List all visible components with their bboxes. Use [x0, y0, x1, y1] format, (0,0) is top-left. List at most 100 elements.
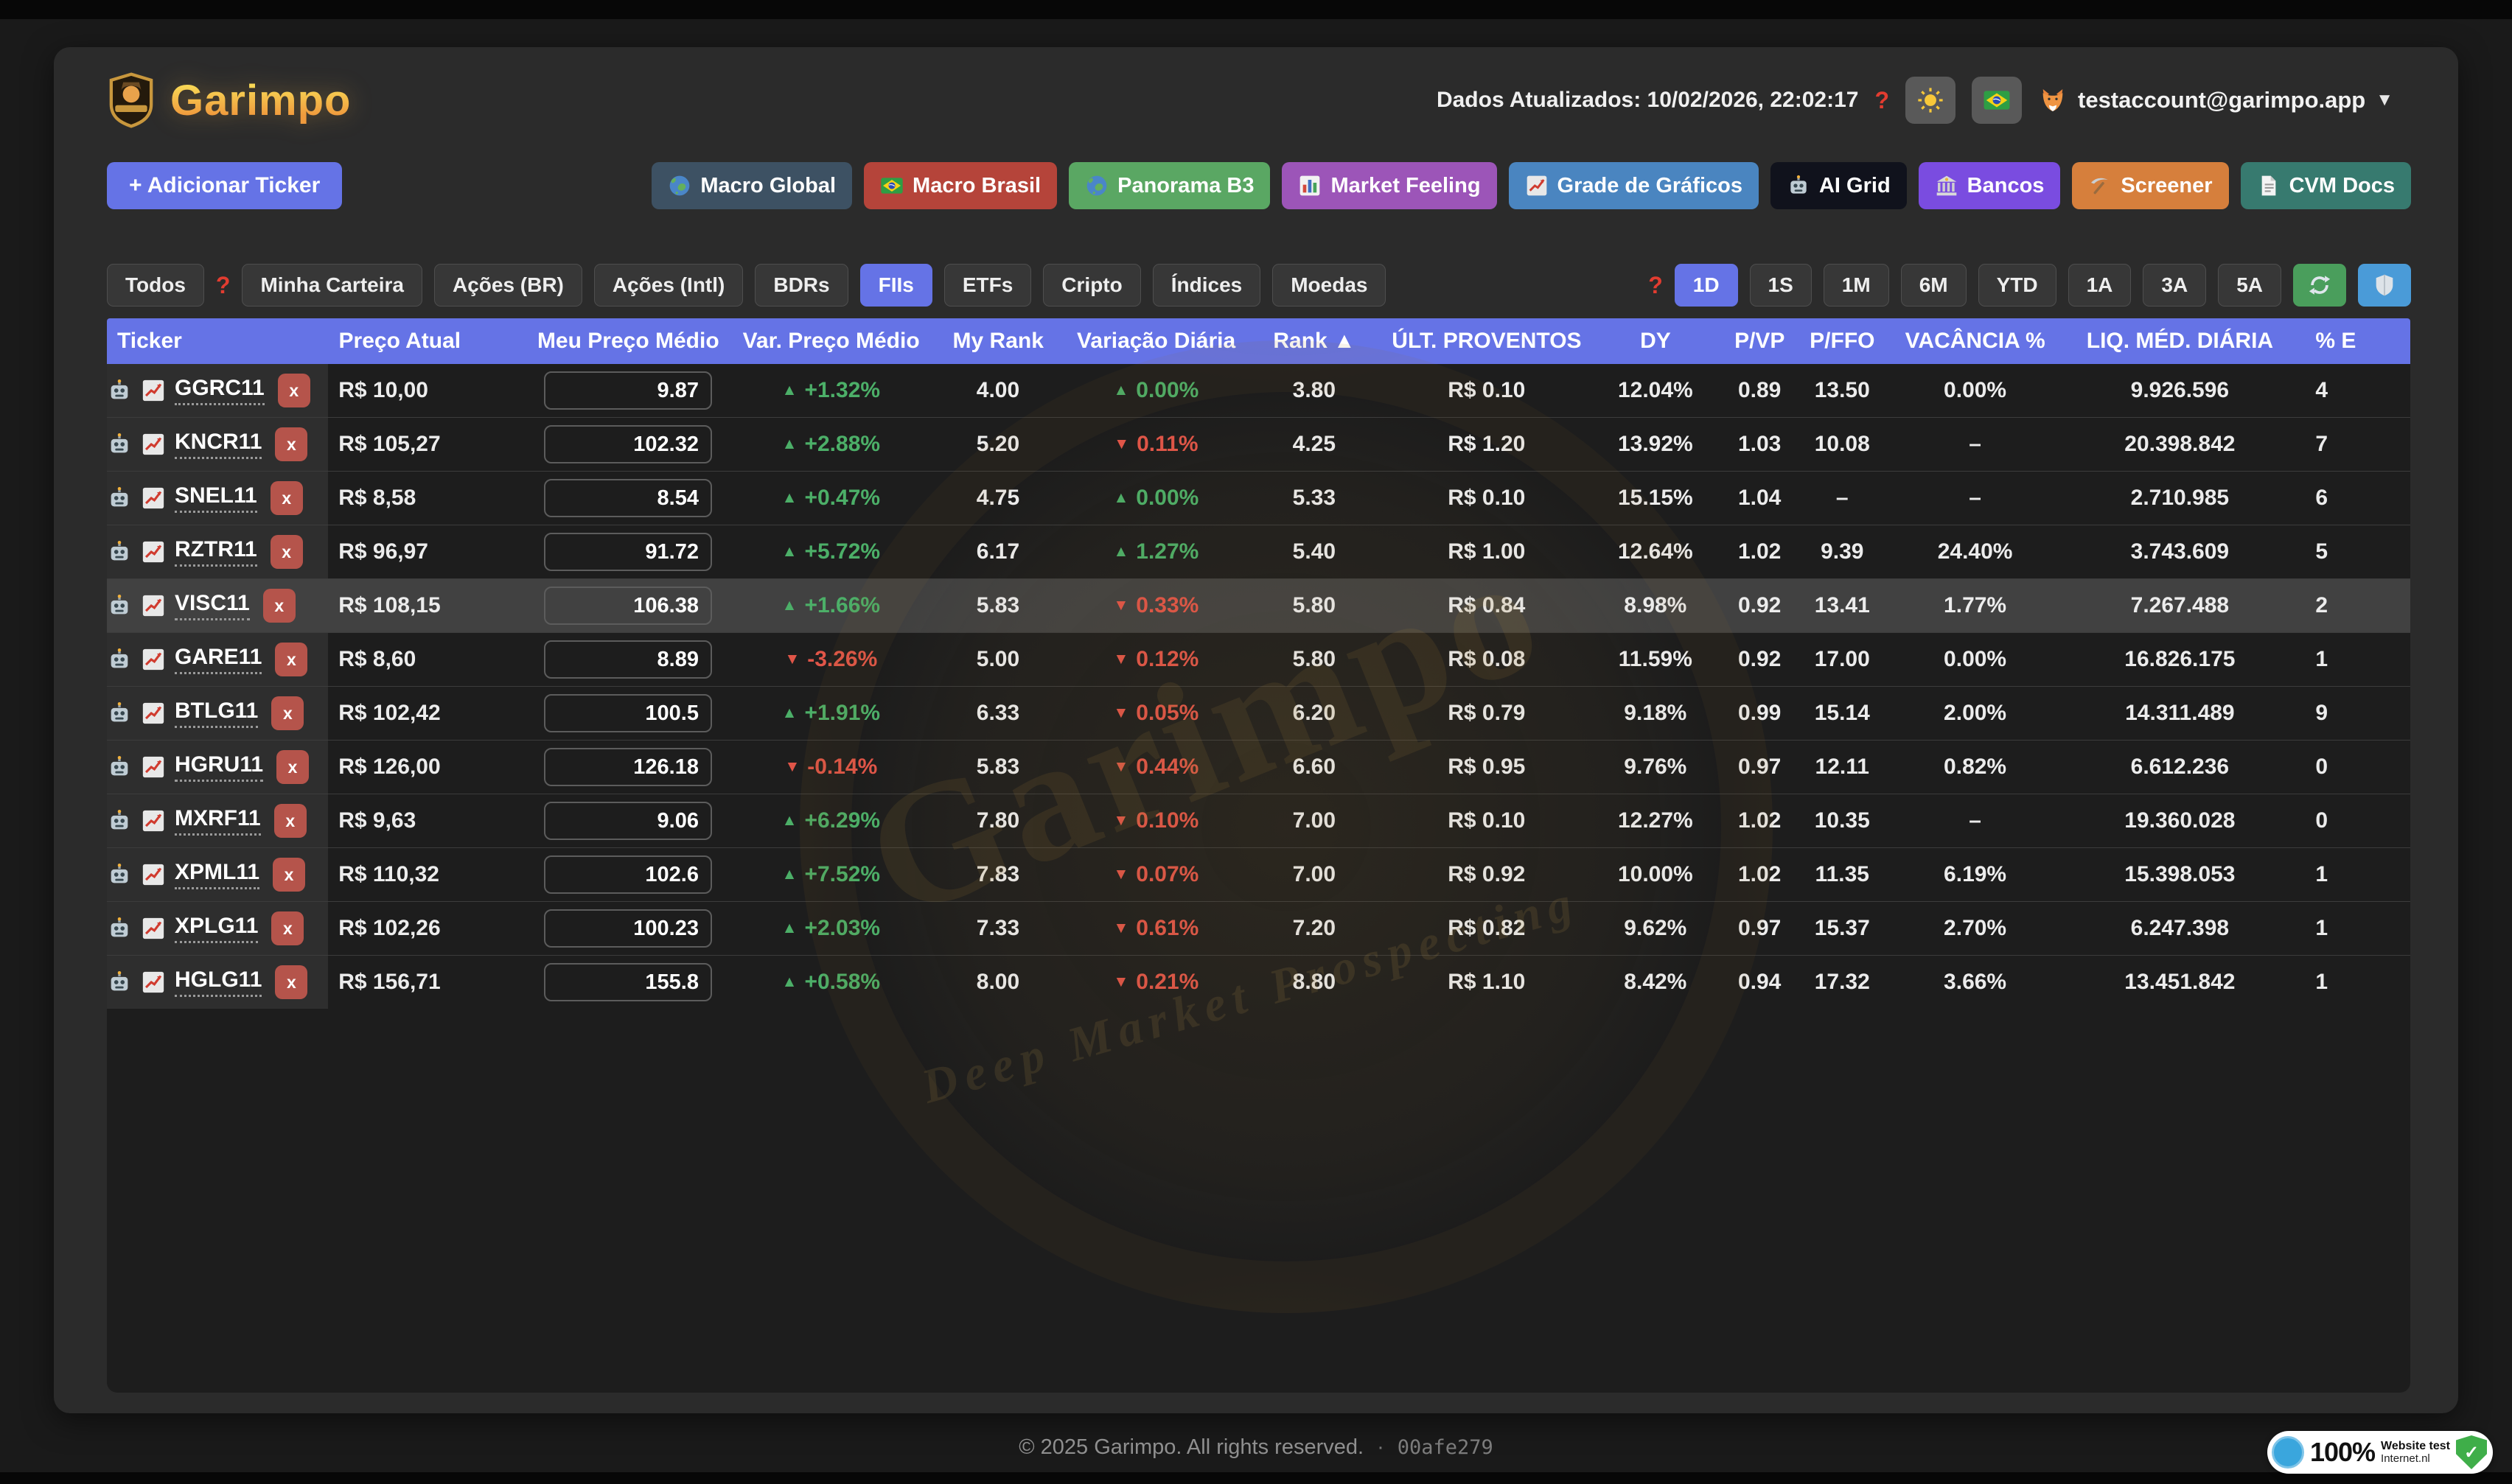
avg-price-input[interactable] [544, 909, 712, 948]
tabs-help-icon[interactable]: ? [216, 272, 231, 299]
chart-icon[interactable] [141, 647, 166, 672]
chart-icon[interactable] [141, 378, 166, 403]
avg-price-input[interactable] [544, 802, 712, 840]
internetnl-badge[interactable]: 100% Website test Internet.nl ✓ [2267, 1431, 2493, 1474]
nav-button-screener[interactable]: Screener [2072, 162, 2228, 209]
column-header-vac[interactable]: VACÂNCIA % [1885, 318, 2065, 364]
robot-icon[interactable] [107, 486, 132, 511]
remove-ticker-button[interactable]: x [274, 804, 307, 838]
range-6m[interactable]: 6M [1901, 264, 1967, 307]
ticker-link[interactable]: HGLG11 [175, 967, 262, 997]
nav-button-panorama-b3[interactable]: Panorama B3 [1069, 162, 1270, 209]
remove-ticker-button[interactable]: x [271, 481, 303, 515]
avg-price-input[interactable] [544, 748, 712, 786]
column-header-last[interactable]: % E [2295, 318, 2410, 364]
nav-button-ai-grid[interactable]: AI Grid [1770, 162, 1907, 209]
avg-price-input[interactable] [544, 855, 712, 894]
chart-icon[interactable] [141, 970, 166, 995]
ranges-help-icon[interactable]: ? [1648, 272, 1663, 299]
column-header-avg[interactable]: Meu Preço Médio [524, 318, 733, 364]
tab-cripto[interactable]: Cripto [1043, 264, 1140, 307]
column-header-rank[interactable]: Rank ▲ [1246, 318, 1382, 364]
ticker-link[interactable]: KNCR11 [175, 430, 262, 459]
remove-ticker-button[interactable]: x [276, 750, 309, 784]
tab-a-es-br-[interactable]: Ações (BR) [434, 264, 582, 307]
range-1d[interactable]: 1D [1675, 264, 1738, 307]
robot-icon[interactable] [107, 808, 132, 833]
nav-button-macro-brasil[interactable]: Macro Brasil [864, 162, 1057, 209]
language-button[interactable] [1972, 77, 2022, 124]
range-1a[interactable]: 1A [2068, 264, 2132, 307]
chart-icon[interactable] [141, 862, 166, 887]
robot-icon[interactable] [107, 701, 132, 726]
remove-ticker-button[interactable]: x [263, 589, 296, 623]
ticker-link[interactable]: GARE11 [175, 645, 262, 674]
nav-button-market-feeling[interactable]: Market Feeling [1282, 162, 1496, 209]
tab-etfs[interactable]: ETFs [944, 264, 1031, 307]
remove-ticker-button[interactable]: x [275, 643, 307, 676]
ticker-link[interactable]: HGRU11 [175, 752, 263, 782]
robot-icon[interactable] [107, 647, 132, 672]
ticker-link[interactable]: GGRC11 [175, 376, 265, 405]
column-header-dy[interactable]: DY [1591, 318, 1720, 364]
range-1s[interactable]: 1S [1750, 264, 1812, 307]
ticker-link[interactable]: RZTR11 [175, 537, 257, 567]
ticker-link[interactable]: BTLG11 [175, 699, 258, 728]
updated-help-icon[interactable]: ? [1874, 87, 1889, 114]
remove-ticker-button[interactable]: x [275, 965, 307, 999]
avg-price-input[interactable] [544, 533, 712, 571]
chart-icon[interactable] [141, 432, 166, 457]
avg-price-input[interactable] [544, 479, 712, 517]
remove-ticker-button[interactable]: x [271, 911, 304, 945]
column-header-prov[interactable]: ÚLT. PROVENTOS [1383, 318, 1591, 364]
robot-icon[interactable] [107, 539, 132, 564]
nav-button-bancos[interactable]: Bancos [1919, 162, 2061, 209]
column-header-var_day[interactable]: Variação Diária [1067, 318, 1246, 364]
robot-icon[interactable] [107, 378, 132, 403]
nav-button-macro-global[interactable]: Macro Global [652, 162, 852, 209]
robot-icon[interactable] [107, 432, 132, 457]
avg-price-input[interactable] [544, 587, 712, 625]
chart-icon[interactable] [141, 916, 166, 941]
column-header-preco[interactable]: Preço Atual [329, 318, 524, 364]
chart-icon[interactable] [141, 755, 166, 780]
chart-icon[interactable] [141, 486, 166, 511]
column-header-var_avg[interactable]: Var. Preço Médio [733, 318, 930, 364]
ticker-link[interactable]: XPLG11 [175, 914, 258, 943]
ticker-link[interactable]: MXRF11 [175, 806, 261, 836]
robot-icon[interactable] [107, 593, 132, 618]
avg-price-input[interactable] [544, 963, 712, 1001]
avg-price-input[interactable] [544, 694, 712, 732]
refresh-button[interactable] [2293, 264, 2346, 307]
tab-moedas[interactable]: Moedas [1272, 264, 1386, 307]
range-5a[interactable]: 5A [2218, 264, 2281, 307]
tab-todos[interactable]: Todos [107, 264, 204, 307]
chart-icon[interactable] [141, 593, 166, 618]
add-ticker-button[interactable]: + Adicionar Ticker [107, 162, 342, 209]
robot-icon[interactable] [107, 970, 132, 995]
column-header-ticker[interactable]: Ticker [107, 318, 329, 364]
range-ytd[interactable]: YTD [1978, 264, 2056, 307]
chart-icon[interactable] [141, 701, 166, 726]
ticker-link[interactable]: SNEL11 [175, 483, 257, 513]
shield-button[interactable] [2358, 264, 2411, 307]
robot-icon[interactable] [107, 862, 132, 887]
ticker-link[interactable]: VISC11 [175, 591, 250, 620]
theme-toggle-button[interactable] [1905, 77, 1955, 124]
ticker-link[interactable]: XPML11 [175, 860, 259, 889]
tab-minha-carteira[interactable]: Minha Carteira [242, 264, 422, 307]
column-header-pffo[interactable]: P/FFO [1799, 318, 1885, 364]
tab-a-es-intl-[interactable]: Ações (Intl) [594, 264, 743, 307]
column-header-pvp[interactable]: P/VP [1720, 318, 1799, 364]
chart-icon[interactable] [141, 808, 166, 833]
nav-button-cvm-docs[interactable]: CVM Docs [2241, 162, 2411, 209]
remove-ticker-button[interactable]: x [273, 858, 305, 892]
nav-button-grade-de-gr-ficos[interactable]: Grade de Gráficos [1509, 162, 1759, 209]
avg-price-input[interactable] [544, 371, 712, 410]
robot-icon[interactable] [107, 916, 132, 941]
avg-price-input[interactable] [544, 425, 712, 463]
range-1m[interactable]: 1M [1824, 264, 1889, 307]
robot-icon[interactable] [107, 755, 132, 780]
chart-icon[interactable] [141, 539, 166, 564]
tab-bdrs[interactable]: BDRs [755, 264, 848, 307]
